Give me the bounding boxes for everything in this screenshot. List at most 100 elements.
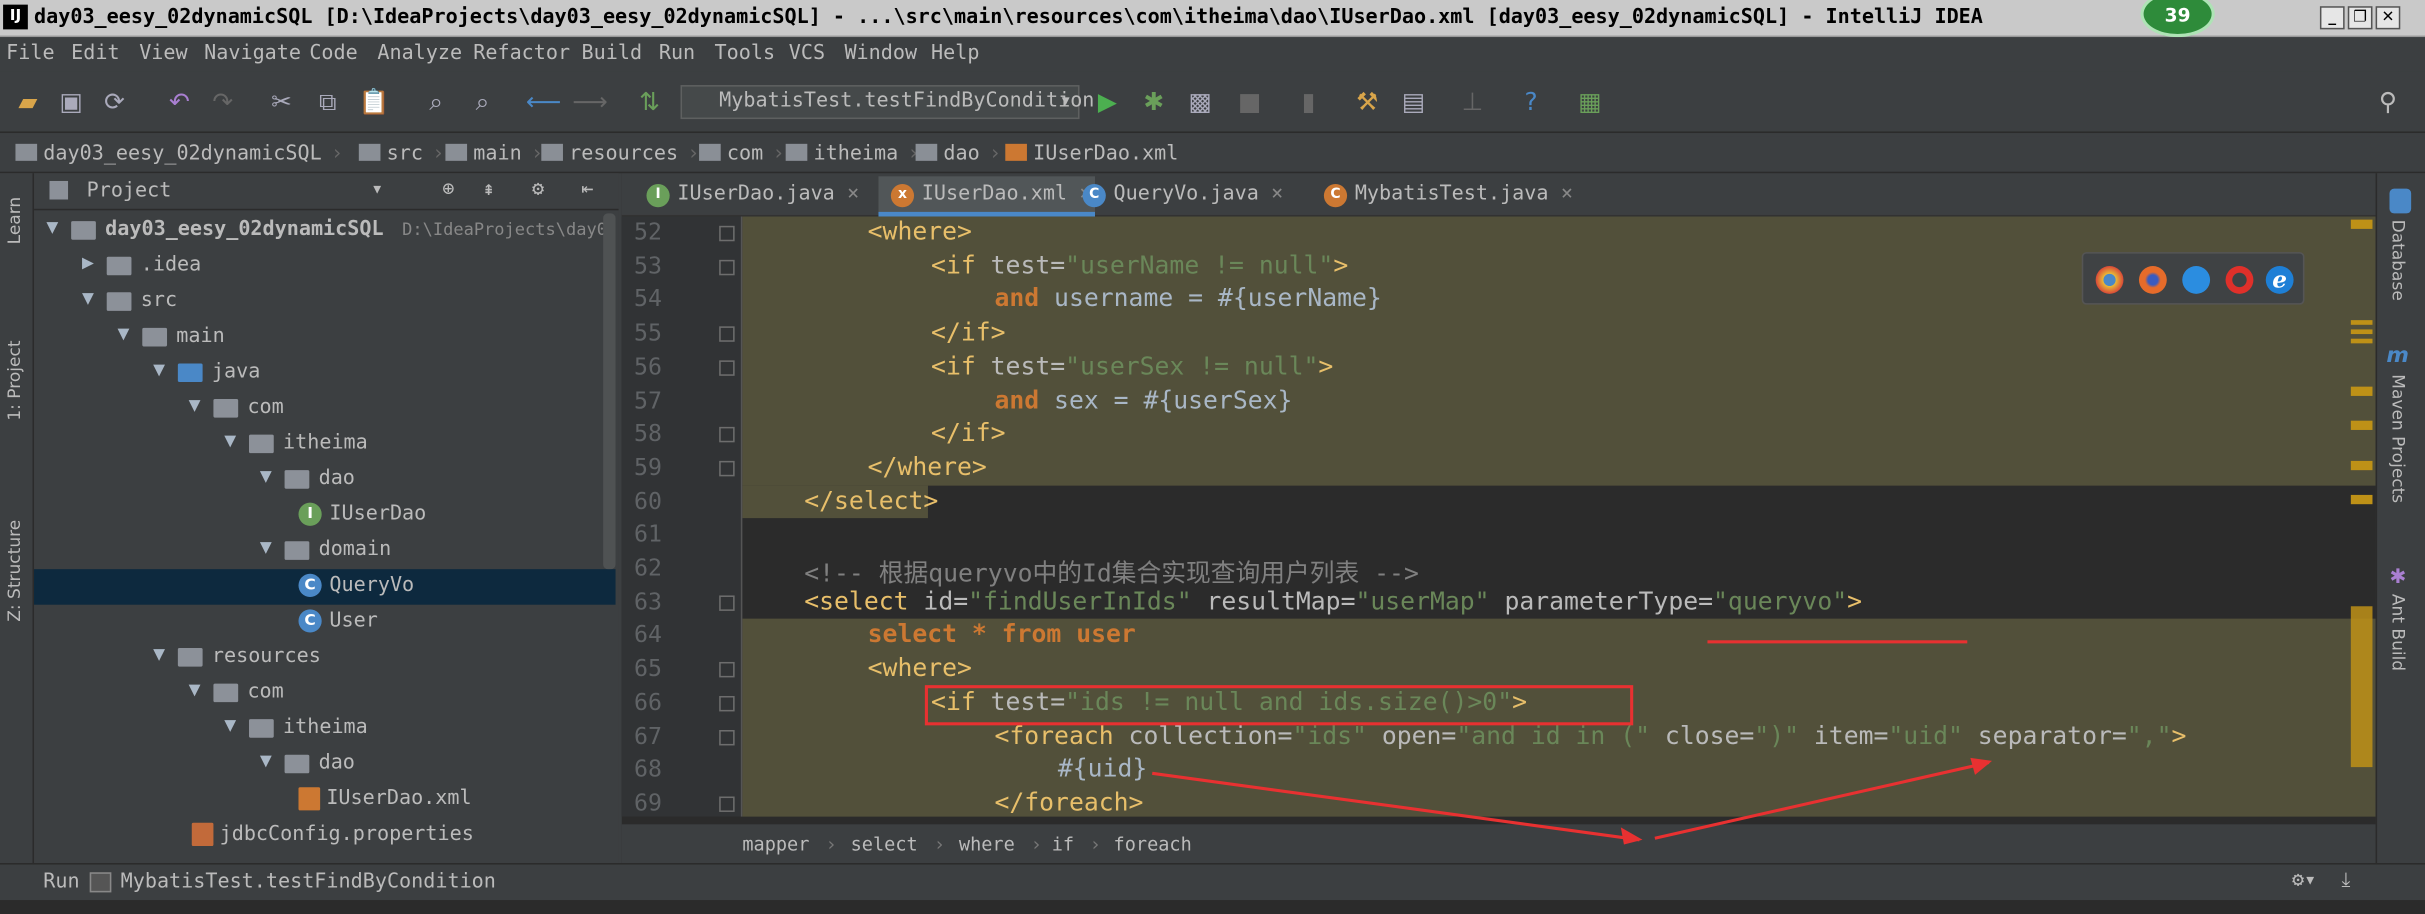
hide-panel-icon[interactable]: ⇤ [582, 178, 594, 201]
notification-badge[interactable]: 39 [2140, 0, 2215, 38]
help-icon[interactable]: ? [1516, 87, 1547, 118]
project-tool-tab[interactable]: 1: Project [5, 340, 25, 420]
database-tab[interactable]: Database [2388, 220, 2408, 301]
menu-item-window[interactable]: Window [844, 42, 917, 65]
close-icon[interactable]: ✕ [2375, 6, 2401, 30]
hide-run-icon[interactable]: ⤓ [2342, 869, 2351, 892]
menu-item-help[interactable]: Help [931, 42, 979, 65]
settings-icon[interactable]: ⚒ [1352, 87, 1383, 118]
gear-icon[interactable]: ⚙▾ [2292, 869, 2316, 892]
sync-icon[interactable]: ⟳ [99, 87, 130, 118]
nav-crumb[interactable]: day03_eesy_02dynamicSQL › [15, 142, 343, 165]
tree-item[interactable]: ▼ com [34, 676, 616, 712]
learn-tab[interactable]: Learn [5, 197, 25, 245]
close-icon[interactable]: × [1271, 182, 1283, 205]
opera-icon[interactable] [2225, 266, 2254, 294]
menu-item-navigate[interactable]: Navigate [204, 42, 301, 65]
minimize-icon[interactable]: _ [2319, 6, 2345, 30]
stripe-marker[interactable] [2350, 338, 2373, 344]
redo-icon[interactable]: ↷ [207, 87, 238, 118]
chevron-down-icon[interactable]: ▼ [189, 682, 201, 699]
firefox-icon[interactable] [2138, 266, 2167, 294]
nav-crumb[interactable]: dao › [915, 142, 1001, 165]
nav-crumb[interactable]: com › [699, 142, 785, 165]
fold-marker-icon[interactable] [719, 796, 735, 812]
chevron-down-icon[interactable]: ▼ [260, 469, 272, 486]
stripe-marker[interactable] [2350, 329, 2373, 335]
tree-item[interactable]: ▼ dao [34, 462, 616, 498]
tree-item[interactable]: ▼ main [34, 320, 616, 356]
chevron-down-icon[interactable]: ▼ [224, 718, 236, 735]
stripe-marker[interactable] [2350, 386, 2373, 396]
tree-item[interactable]: C User [34, 605, 616, 641]
fold-marker-icon[interactable] [719, 594, 735, 611]
menu-item-build[interactable]: Build [582, 42, 643, 65]
vcs-icon[interactable]: ⊥ [1457, 87, 1488, 118]
cut-icon[interactable]: ✂ [266, 87, 297, 118]
coverage-icon[interactable]: ▩ [1185, 87, 1216, 118]
tab-queryvo-java[interactable]: C QueryVo.java × [1070, 176, 1336, 216]
chevron-down-icon[interactable]: ▼ [224, 433, 236, 450]
editor-crumb[interactable]: mapper [742, 834, 809, 856]
paste-icon[interactable]: 📋 [359, 87, 390, 118]
structure-tool-tab[interactable]: Z: Structure [5, 520, 25, 622]
tab-mybatistest-java[interactable]: C MybatisTest.java × [1312, 176, 1573, 216]
fold-marker-icon[interactable] [719, 259, 735, 275]
debug-icon[interactable]: ✱ [1138, 87, 1169, 118]
tree-item[interactable]: ▼ itheima [34, 711, 616, 747]
fold-marker-icon[interactable] [719, 326, 735, 342]
stripe-marker[interactable] [2350, 420, 2373, 430]
tab-iuserdao-java[interactable]: I IUserDao.java × [634, 176, 900, 216]
collapse-all-icon[interactable]: ⇞ [483, 178, 495, 201]
fold-marker-icon[interactable] [719, 427, 735, 443]
copy-icon[interactable]: ⧉ [312, 87, 343, 118]
tab-iuserdao-xml[interactable]: xIUserDao.xml× [878, 176, 1095, 217]
editor-crumb[interactable]: select [851, 834, 918, 856]
tree-item[interactable]: ▼ dao [34, 747, 616, 783]
close-icon[interactable]: × [847, 182, 859, 205]
chevron-down-icon[interactable]: ▼ [153, 646, 165, 663]
fold-marker-icon[interactable] [719, 695, 735, 712]
tree-item[interactable]: ▼ com [34, 391, 616, 427]
tree-item[interactable]: jdbcConfig.properties [34, 818, 616, 854]
safari-icon[interactable] [2182, 266, 2211, 294]
undo-icon[interactable]: ↶ [164, 87, 195, 118]
run-config-dropdown[interactable]: MybatisTest.testFindByCondition ▾ [680, 85, 1094, 120]
run-icon[interactable]: ▶ [1092, 87, 1123, 118]
stop-icon[interactable]: ■ [1234, 87, 1265, 118]
editor-crumb[interactable]: if [1052, 834, 1074, 856]
menu-item-refactor[interactable]: Refactor [473, 42, 570, 65]
menu-item-run[interactable]: Run [659, 42, 695, 65]
fold-marker-icon[interactable] [719, 360, 735, 376]
tree-item[interactable]: ▼ itheima [34, 427, 616, 463]
sdk-icon[interactable]: ▤ [1398, 87, 1429, 118]
tree-item[interactable]: ▼ src [34, 285, 616, 321]
scroll-thumb[interactable] [2350, 606, 2373, 768]
fold-marker-icon[interactable] [719, 662, 735, 678]
scroll-from-source-icon[interactable]: ⊕ [442, 178, 454, 201]
editor-crumb[interactable]: where [959, 834, 1015, 856]
tree-item[interactable]: C QueryVo [34, 569, 616, 605]
chevron-down-icon[interactable]: ▼ [82, 291, 94, 308]
project-scrollbar[interactable] [603, 213, 616, 570]
fold-marker-icon[interactable] [719, 225, 735, 242]
nav-crumb[interactable]: resources › [541, 142, 699, 165]
chrome-icon[interactable] [2095, 266, 2124, 294]
menu-item-vcs[interactable]: VCS [789, 42, 825, 65]
stripe-marker[interactable] [2350, 320, 2373, 325]
nav-crumb[interactable]: main › [445, 142, 543, 165]
tree-item[interactable]: I IUserDao [34, 498, 616, 534]
build-icon[interactable]: ⇅ [634, 87, 665, 118]
editor-crumb[interactable]: foreach [1114, 834, 1192, 856]
project-structure-icon[interactable]: ▮ [1293, 87, 1324, 118]
back-icon[interactable]: ⟵ [526, 87, 561, 118]
close-icon[interactable]: × [1561, 182, 1573, 205]
forward-icon[interactable]: ⟶ [572, 87, 607, 118]
tree-item[interactable]: ▼ resources [34, 640, 616, 676]
stripe-marker[interactable] [2350, 460, 2373, 471]
open-folder-icon[interactable]: ▰ [12, 87, 43, 118]
chevron-right-icon[interactable]: ▶ [82, 255, 94, 272]
restore-icon[interactable]: ❐ [2347, 6, 2373, 30]
save-icon[interactable]: ▣ [56, 87, 87, 118]
chevron-down-icon[interactable]: ▼ [153, 362, 165, 379]
